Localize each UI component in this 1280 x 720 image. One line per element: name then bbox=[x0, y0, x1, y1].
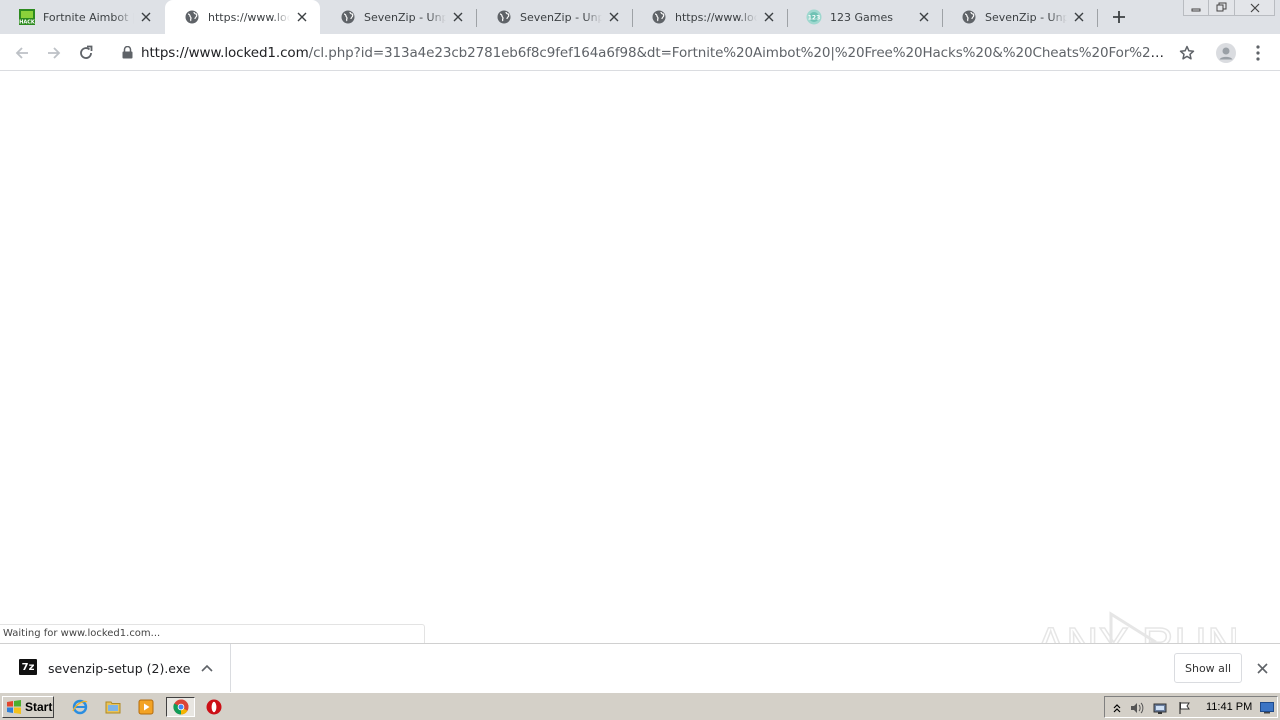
tab-close-icon[interactable] bbox=[606, 9, 622, 25]
new-tab-button[interactable] bbox=[1108, 6, 1130, 28]
svg-text:HACK: HACK bbox=[19, 20, 35, 26]
network-icon[interactable] bbox=[1152, 700, 1168, 716]
menu-button[interactable] bbox=[1246, 41, 1270, 65]
start-button[interactable]: Start bbox=[2, 696, 54, 718]
close-shelf-button[interactable] bbox=[1253, 659, 1271, 677]
action-center-flag-icon[interactable] bbox=[1177, 700, 1193, 716]
tab-close-icon[interactable] bbox=[761, 9, 777, 25]
windows-taskbar: Start 11:41 PM bbox=[0, 692, 1280, 720]
restore-button[interactable] bbox=[1209, 0, 1235, 16]
globe-icon bbox=[961, 9, 977, 25]
tab-close-icon[interactable] bbox=[138, 9, 154, 25]
download-shelf: 7z sevenzip-setup (2).exe Show all bbox=[0, 643, 1280, 692]
globe-icon bbox=[340, 9, 356, 25]
status-bubble: Waiting for www.locked1.com... bbox=[0, 624, 425, 643]
opera-icon[interactable] bbox=[203, 697, 225, 717]
media-player-icon[interactable] bbox=[135, 697, 157, 717]
start-label: Start bbox=[25, 700, 53, 714]
chrome-icon[interactable] bbox=[166, 697, 195, 717]
url-host: https://www.locked1.com bbox=[141, 44, 309, 61]
tab-title: 123 Games bbox=[830, 10, 893, 24]
tab-title: https://www.locked1.com bbox=[675, 10, 757, 24]
windows-logo-icon bbox=[7, 700, 21, 714]
address-bar[interactable]: https://www.locked1.com/cl.php?id=313a4e… bbox=[110, 38, 1204, 67]
chevron-up-icon bbox=[201, 664, 213, 672]
close-icon bbox=[1250, 3, 1259, 12]
tab-close-icon[interactable] bbox=[916, 9, 932, 25]
kebab-menu-icon bbox=[1256, 45, 1260, 61]
tab-sevenzip-3[interactable]: SevenZip - Unpacker bbox=[942, 0, 1098, 34]
back-button[interactable] bbox=[10, 41, 34, 65]
window-controls bbox=[1183, 0, 1275, 16]
tab-sevenzip-2[interactable]: SevenZip - Unpacker bbox=[477, 0, 633, 34]
globe-icon bbox=[496, 9, 512, 25]
avatar-icon bbox=[1216, 43, 1236, 63]
plus-icon bbox=[1113, 11, 1125, 23]
tab-title: https://www.locked1.com bbox=[208, 10, 290, 24]
close-window-button[interactable] bbox=[1235, 0, 1275, 16]
restore-icon bbox=[1216, 2, 1227, 12]
close-icon bbox=[1256, 662, 1268, 674]
back-arrow-icon bbox=[15, 47, 28, 59]
tray-expand-icon[interactable] bbox=[1109, 700, 1125, 716]
ie-icon[interactable] bbox=[69, 697, 91, 717]
tab-title: SevenZip - Unpacker bbox=[985, 10, 1067, 24]
forward-button[interactable] bbox=[42, 41, 66, 65]
tab-123-games[interactable]: 123 123 Games bbox=[787, 0, 943, 34]
globe-icon bbox=[651, 9, 667, 25]
tab-title: SevenZip - Unpacker bbox=[520, 10, 602, 24]
svg-text:123: 123 bbox=[808, 15, 821, 22]
fortnite-hack-icon: HACK bbox=[19, 9, 35, 25]
tab-title: SevenZip - Unpacker bbox=[364, 10, 446, 24]
forward-arrow-icon bbox=[48, 47, 61, 59]
tab-locked1-active[interactable]: https://www.locked1.com bbox=[165, 0, 320, 34]
reload-button[interactable] bbox=[74, 41, 98, 65]
download-options-button[interactable] bbox=[198, 659, 216, 677]
page-content bbox=[0, 72, 1280, 643]
show-all-button[interactable]: Show all bbox=[1174, 653, 1242, 683]
volume-icon[interactable] bbox=[1129, 700, 1145, 716]
tab-close-icon[interactable] bbox=[1071, 9, 1087, 25]
explorer-icon[interactable] bbox=[102, 697, 124, 717]
taskbar-clock[interactable]: 11:41 PM bbox=[1206, 701, 1252, 713]
show-desktop-icon[interactable] bbox=[1259, 700, 1275, 716]
tab-fortnite-aimbot[interactable]: HACK Fortnite Aimbot | Free Hacks bbox=[0, 0, 164, 34]
tab-sevenzip-1[interactable]: SevenZip - Unpacker bbox=[321, 0, 477, 34]
minimize-button[interactable] bbox=[1183, 0, 1209, 16]
tab-title: Fortnite Aimbot | Free Hacks bbox=[43, 10, 134, 24]
tab-close-icon[interactable] bbox=[294, 9, 310, 25]
profile-avatar-button[interactable] bbox=[1214, 41, 1238, 65]
browser-toolbar: https://www.locked1.com/cl.php?id=313a4e… bbox=[0, 34, 1280, 71]
sevenzip-file-icon: 7z bbox=[19, 659, 37, 675]
download-item[interactable]: 7z sevenzip-setup (2).exe bbox=[0, 644, 231, 692]
tab-close-icon[interactable] bbox=[450, 9, 466, 25]
games-icon: 123 bbox=[806, 9, 822, 25]
url-text[interactable]: https://www.locked1.com/cl.php?id=313a4e… bbox=[141, 45, 1164, 61]
minimize-icon bbox=[1191, 8, 1201, 11]
reload-icon bbox=[80, 45, 93, 59]
lock-icon[interactable] bbox=[120, 46, 134, 60]
globe-icon bbox=[184, 9, 200, 25]
tab-locked1-2[interactable]: https://www.locked1.com bbox=[632, 0, 788, 34]
bookmark-star-icon[interactable] bbox=[1176, 42, 1198, 64]
url-path: /cl.php?id=313a4e23cb2781eb6f8c9fef164a6… bbox=[308, 44, 1164, 61]
tab-strip: HACK Fortnite Aimbot | Free Hacks https:… bbox=[0, 0, 1280, 34]
download-file-name: sevenzip-setup (2).exe bbox=[48, 661, 191, 676]
